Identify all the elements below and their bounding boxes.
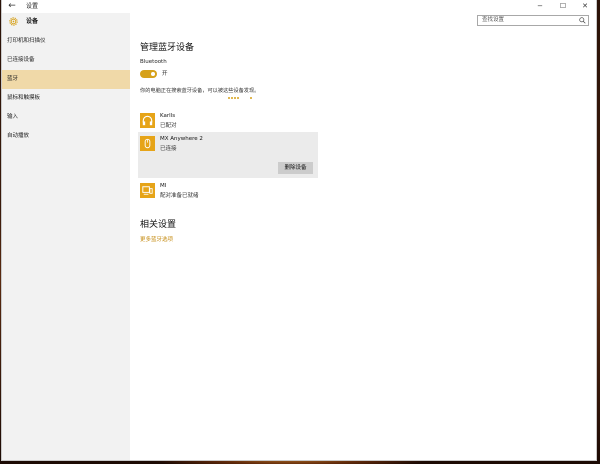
- sidebar-title: 设备: [26, 18, 39, 25]
- search-input[interactable]: 查找设置: [477, 15, 589, 26]
- page-title: 管理蓝牙设备: [140, 43, 195, 53]
- related-settings-heading: 相关设置: [140, 220, 177, 230]
- close-button[interactable]: ✕: [574, 0, 596, 13]
- device-name: MI: [160, 183, 167, 189]
- device-status: 已配对: [160, 123, 177, 129]
- remove-device-button[interactable]: 删除设备: [278, 162, 313, 174]
- more-bluetooth-options-link[interactable]: 更多蓝牙选项: [140, 235, 173, 243]
- device-icon: [140, 183, 155, 198]
- search-icon[interactable]: [579, 17, 586, 24]
- progress-dot: [234, 97, 236, 99]
- toggle-state-label: 开: [162, 71, 168, 77]
- bluetooth-label: Bluetooth: [140, 59, 167, 65]
- sidebar-item-typing[interactable]: 输入: [2, 108, 130, 127]
- sidebar-header[interactable]: 设备: [2, 13, 130, 31]
- sidebar-item-label: 蓝牙: [7, 76, 19, 82]
- sidebar-item-label: 自动播放: [7, 133, 30, 139]
- sidebar: 设备 打印机和扫描仪 已连接设备 蓝牙 鼠标和触摸板 输入 自动播放: [2, 13, 130, 460]
- search-placeholder: 查找设置: [482, 17, 505, 23]
- minimize-button[interactable]: −: [529, 0, 551, 13]
- progress-dot: [231, 97, 233, 99]
- sidebar-item-label: 鼠标和触摸板: [7, 95, 41, 101]
- settings-window: ← 设置 − ☐ ✕ 设备 打印机和扫描仪 已连接设备 蓝牙 鼠标和触摸板 输入: [2, 0, 596, 460]
- sidebar-item-autoplay[interactable]: 自动播放: [2, 127, 130, 146]
- toggle-knob: [151, 72, 155, 76]
- sidebar-item-bluetooth[interactable]: 蓝牙: [2, 70, 130, 89]
- device-status: 已连接: [160, 146, 177, 152]
- back-button[interactable]: ←: [6, 0, 18, 13]
- device-name: Karlls: [160, 113, 176, 119]
- maximize-button[interactable]: ☐: [552, 0, 574, 13]
- headphones-icon: [140, 113, 155, 128]
- bluetooth-toggle[interactable]: [140, 70, 157, 78]
- device-item-karlls[interactable]: Karlls 已配对: [138, 112, 318, 134]
- smzdm-logo: 值: [478, 436, 498, 456]
- watermark-text: 什么值得买: [503, 436, 584, 455]
- gear-icon: [9, 17, 18, 26]
- main-content: 查找设置 管理蓝牙设备 Bluetooth 开 你的电脑正在搜索蓝牙设备，可以被…: [130, 13, 596, 460]
- device-item-mi[interactable]: MI 配对准备已就绪: [138, 182, 318, 204]
- progress-dot: [237, 97, 239, 99]
- sidebar-item-label: 输入: [7, 114, 19, 120]
- progress-dot: [228, 97, 230, 99]
- window-title: 设置: [26, 3, 39, 10]
- svg-text:值: 值: [482, 440, 494, 454]
- sidebar-item-label: 已连接设备: [7, 57, 35, 63]
- progress-dot: [250, 97, 252, 99]
- sidebar-item-connected-devices[interactable]: 已连接设备: [2, 51, 130, 70]
- sidebar-item-label: 打印机和扫描仪: [7, 38, 46, 44]
- title-bar: ← 设置 − ☐ ✕: [2, 0, 596, 14]
- sidebar-item-mouse-touchpad[interactable]: 鼠标和触摸板: [2, 89, 130, 108]
- device-name: MX Anywhere 2: [160, 136, 203, 142]
- sidebar-item-printers[interactable]: 打印机和扫描仪: [2, 32, 130, 51]
- device-status: 配对准备已就绪: [160, 193, 199, 199]
- mouse-icon: [140, 136, 155, 151]
- searching-progress-dots: [228, 97, 258, 101]
- searching-status: 你的电脑正在搜索蓝牙设备，可以被这些设备发现。: [140, 88, 260, 94]
